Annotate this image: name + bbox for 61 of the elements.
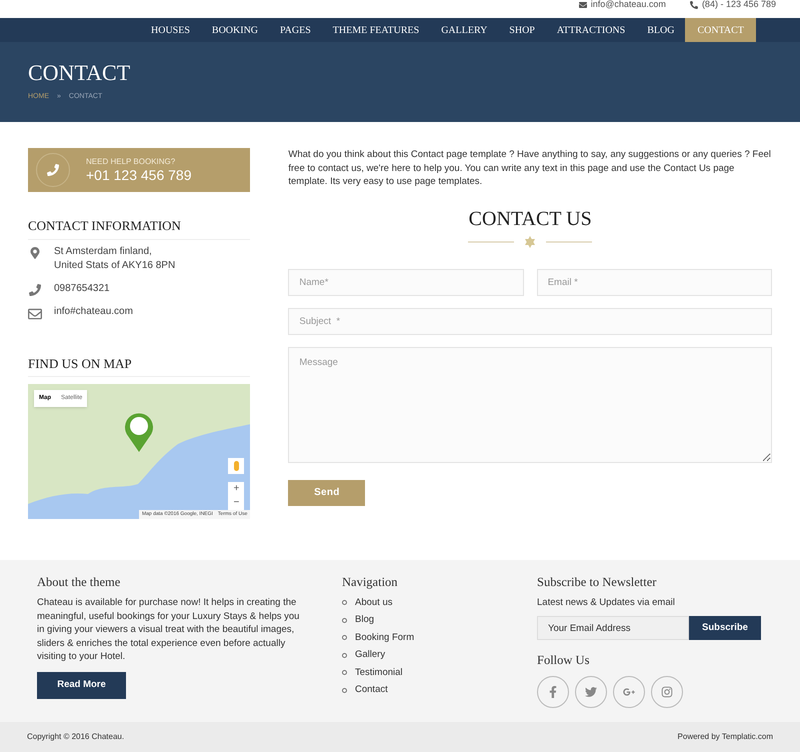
subscribe-button[interactable]: Subscribe (689, 616, 761, 640)
footer-nav-link[interactable]: Booking Form (355, 630, 414, 645)
facebook-icon[interactable] (537, 676, 569, 708)
page-title: CONTACT (28, 60, 132, 86)
twitter-icon[interactable] (575, 676, 607, 708)
newsletter-email-field[interactable]: Your Email Address (537, 616, 689, 640)
envelope-icon (28, 306, 42, 320)
newsletter-text: Latest news & Updates via email (537, 596, 676, 610)
nav-item[interactable]: GALLERY (430, 18, 498, 42)
footer-heading: About the theme (37, 574, 122, 590)
message-field[interactable]: Message (288, 346, 772, 462)
instagram-icon[interactable] (651, 676, 683, 708)
about-paragraph: Chateau is available for purchase now! It helps in creating the meaningful, useful bookings for your Luxury Stays & helps you in giving your viewers a visual treat with the beautiful images, sliders & enriches the total experience even before actually visiting to your Hotel. (37, 596, 300, 664)
google-plus-icon[interactable] (613, 676, 645, 708)
footer-heading: Subscribe to Newsletter (537, 574, 658, 590)
bullet-icon (342, 670, 347, 676)
footer-heading: Navigation (342, 574, 399, 590)
phone-icon (47, 164, 59, 176)
nav-item[interactable]: ATTRACTIONS (546, 18, 636, 42)
map-pin-icon (29, 246, 41, 258)
nav-item[interactable]: BLOG (636, 18, 686, 42)
subject-field[interactable]: Subject * (288, 308, 772, 334)
phone-icon (690, 0, 698, 8)
nav-item[interactable]: SHOP (498, 18, 546, 42)
nav-item[interactable]: HOUSES (140, 18, 201, 42)
map-pin-icon (124, 412, 154, 452)
top-email[interactable]: info@chateau.com (590, 0, 666, 9)
name-field[interactable]: Name* (288, 268, 524, 296)
footer-nav-link[interactable]: Blog (355, 613, 374, 628)
footer-nav-link[interactable]: Contact (355, 683, 388, 698)
footer-heading: Follow Us (537, 652, 590, 668)
bullet-icon (342, 635, 347, 640)
bullet-icon (342, 618, 347, 623)
bullet-icon (342, 600, 347, 606)
contact-detail: St Amsterdam finland, United Stats of AKY16 8PN (54, 244, 176, 272)
email-field[interactable]: Email * (536, 268, 772, 296)
zoom-in-button[interactable]: + (228, 482, 244, 496)
nav-item[interactable]: BOOKING (200, 18, 270, 42)
top-phone: (84) - 123 456 789 (702, 0, 776, 9)
bullet-icon (342, 652, 347, 658)
intro-paragraph: What do you think about this Contact page template ? Have anything to say, any suggestions or any queries ? Feel free to contact us, we're here to help you. You can write any text in this page and use the Contact Us page template. Its very easy to use page templates. (288, 148, 772, 188)
nav-item[interactable]: PAGES (269, 18, 322, 42)
contact-detail: info#chateau.com (54, 304, 133, 318)
help-label: NEED HELP BOOKING? (86, 156, 176, 166)
read-more-button[interactable]: Read More (37, 672, 126, 698)
phone-icon (29, 284, 41, 296)
footer-nav-link[interactable]: Testimonial (355, 666, 403, 680)
footer-nav-link[interactable]: Gallery (355, 648, 386, 662)
contact-detail: 0987654321 (54, 282, 110, 296)
nav-item[interactable]: THEME FEATURES (322, 18, 430, 42)
section-heading: FIND US ON MAP (28, 354, 250, 377)
bullet-icon (342, 688, 347, 693)
section-heading: CONTACT INFORMATION (28, 216, 250, 240)
powered-by-text: Powered by Templatic.com (678, 731, 773, 743)
help-phone: +01 123 456 789 (86, 166, 192, 184)
pegman-icon[interactable] (228, 458, 244, 474)
copyright-text: Copyright © 2016 Chateau. (27, 731, 124, 743)
envelope-icon (578, 0, 587, 8)
zoom-out-button[interactable]: − (228, 496, 244, 510)
footer-nav-link[interactable]: About us (355, 596, 392, 610)
form-title: CONTACT US (468, 206, 593, 230)
